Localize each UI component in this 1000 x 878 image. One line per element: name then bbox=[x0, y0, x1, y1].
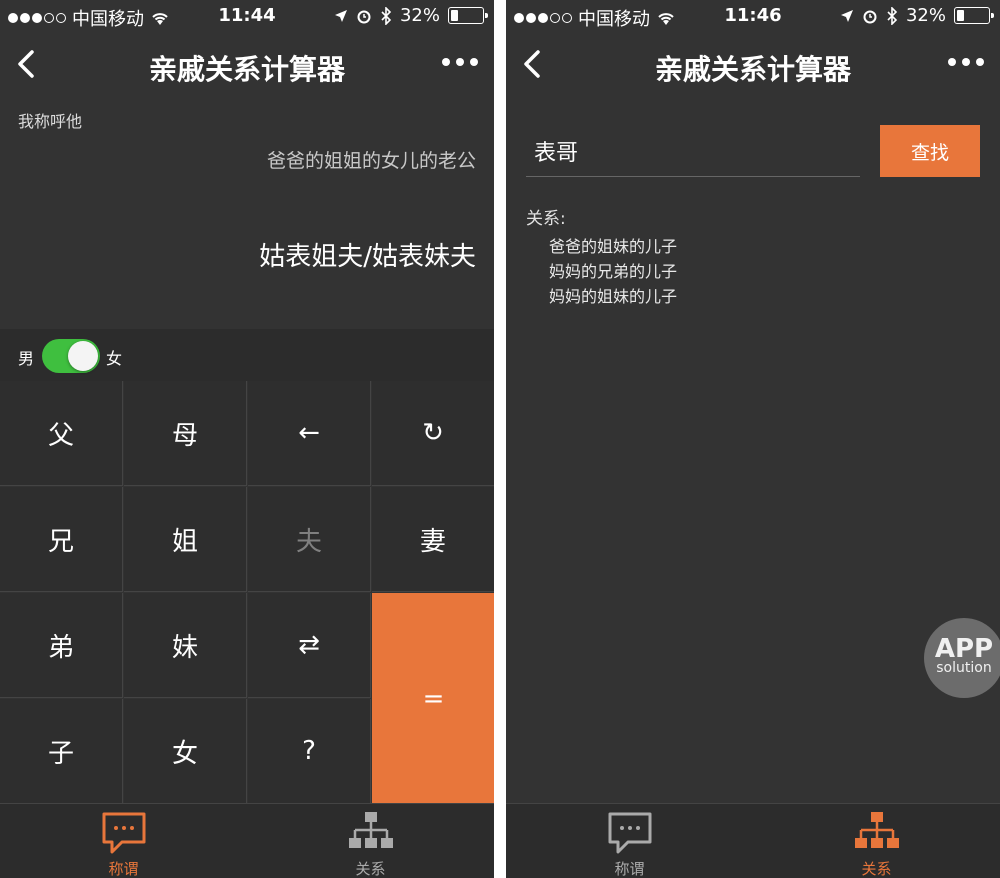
find-button[interactable]: 查找 bbox=[880, 125, 980, 177]
navigation-bar: 亲戚关系计算器 bbox=[506, 32, 1000, 98]
relations-label: 关系: bbox=[526, 209, 566, 229]
relation-expression: 爸爸的姐姐的女儿的老公 bbox=[266, 150, 476, 172]
chat-bubble-icon bbox=[102, 812, 146, 854]
tab-title[interactable]: 称谓 bbox=[506, 804, 753, 878]
key-elder-sister[interactable]: 姐 bbox=[124, 487, 247, 592]
tab-bar: 称谓 关系 bbox=[0, 803, 494, 878]
hierarchy-icon bbox=[349, 812, 393, 848]
tab-relation-label: 关系 bbox=[861, 860, 892, 878]
watermark-line-1: APP bbox=[934, 634, 994, 664]
navigation-bar: 亲戚关系计算器 bbox=[0, 32, 494, 98]
tab-bar: 称谓 关系 bbox=[506, 803, 1000, 878]
battery-percent: 32% bbox=[399, 5, 440, 26]
tab-title-label: 称谓 bbox=[614, 860, 645, 878]
key-mother[interactable]: 母 bbox=[124, 381, 247, 486]
key-wife[interactable]: 妻 bbox=[372, 487, 494, 592]
relations-list: 爸爸的姐妹的儿子 妈妈的兄弟的儿子 妈妈的姐妹的儿子 bbox=[549, 234, 677, 309]
location-arrow-icon bbox=[334, 9, 347, 22]
status-bar: 中国移动 11:44 32% bbox=[0, 0, 494, 32]
alarm-icon bbox=[863, 10, 877, 23]
calculator-screen: 中国移动 11:44 32% 亲戚关系计算器 我称呼他 爸爸的姐姐的女儿的老公 … bbox=[0, 0, 494, 878]
tab-title[interactable]: 称谓 bbox=[0, 804, 247, 878]
calculated-title: 姑表姐夫/姑表妹夫 bbox=[259, 242, 476, 272]
key-reset[interactable]: ↻ bbox=[372, 381, 494, 486]
bluetooth-icon bbox=[381, 6, 392, 25]
battery-icon bbox=[954, 7, 994, 24]
gender-toggle[interactable] bbox=[42, 339, 100, 373]
battery-percent: 32% bbox=[905, 5, 946, 26]
key-son[interactable]: 子 bbox=[0, 699, 123, 804]
tab-relation[interactable]: 关系 bbox=[753, 804, 1000, 878]
key-elder-brother[interactable]: 兄 bbox=[0, 487, 123, 592]
watermark-line-2: solution bbox=[936, 660, 992, 676]
tab-relation-label: 关系 bbox=[355, 860, 386, 878]
call-label: 我称呼他 bbox=[18, 112, 83, 131]
relation-search-screen: 中国移动 11:46 32% 亲戚关系计算器 查找 关系: 爸爸的姐妹的儿子 妈… bbox=[506, 0, 1000, 878]
title-search-input[interactable] bbox=[526, 125, 860, 177]
alarm-icon bbox=[357, 10, 371, 23]
battery-icon bbox=[448, 7, 488, 24]
tab-title-label: 称谓 bbox=[108, 860, 139, 878]
key-younger-sister[interactable]: 妹 bbox=[124, 593, 247, 698]
hierarchy-icon bbox=[855, 812, 899, 848]
chat-bubble-icon bbox=[608, 812, 652, 854]
page-title: 亲戚关系计算器 bbox=[654, 53, 851, 86]
gender-female-label: 女 bbox=[106, 349, 123, 368]
relation-item: 妈妈的姐妹的儿子 bbox=[549, 287, 678, 306]
relation-item: 爸爸的姐妹的儿子 bbox=[549, 237, 678, 256]
key-question[interactable]: ? bbox=[248, 699, 371, 804]
key-swap[interactable]: ⇄ bbox=[248, 593, 371, 698]
keypad: 父 母 ← ↻ 兄 姐 夫 妻 弟 妹 ⇄ = 子 女 ? bbox=[0, 381, 494, 804]
key-daughter[interactable]: 女 bbox=[124, 699, 247, 804]
key-backspace[interactable]: ← bbox=[248, 381, 371, 486]
bluetooth-icon bbox=[887, 6, 898, 25]
key-younger-brother[interactable]: 弟 bbox=[0, 593, 123, 698]
tab-relation[interactable]: 关系 bbox=[247, 804, 494, 878]
more-options-icon[interactable] bbox=[948, 58, 984, 66]
relation-item: 妈妈的兄弟的儿子 bbox=[549, 262, 678, 281]
key-father[interactable]: 父 bbox=[0, 381, 123, 486]
status-bar: 中国移动 11:46 32% bbox=[506, 0, 1000, 32]
more-options-icon[interactable] bbox=[442, 58, 478, 66]
key-husband[interactable]: 夫 bbox=[248, 487, 371, 592]
app-solution-watermark: APP solution bbox=[924, 618, 1000, 698]
location-arrow-icon bbox=[840, 9, 853, 22]
key-equals[interactable]: = bbox=[372, 593, 494, 804]
page-title: 亲戚关系计算器 bbox=[148, 53, 345, 86]
gender-male-label: 男 bbox=[18, 349, 35, 368]
gender-switch-bar: 男 女 bbox=[0, 329, 494, 381]
